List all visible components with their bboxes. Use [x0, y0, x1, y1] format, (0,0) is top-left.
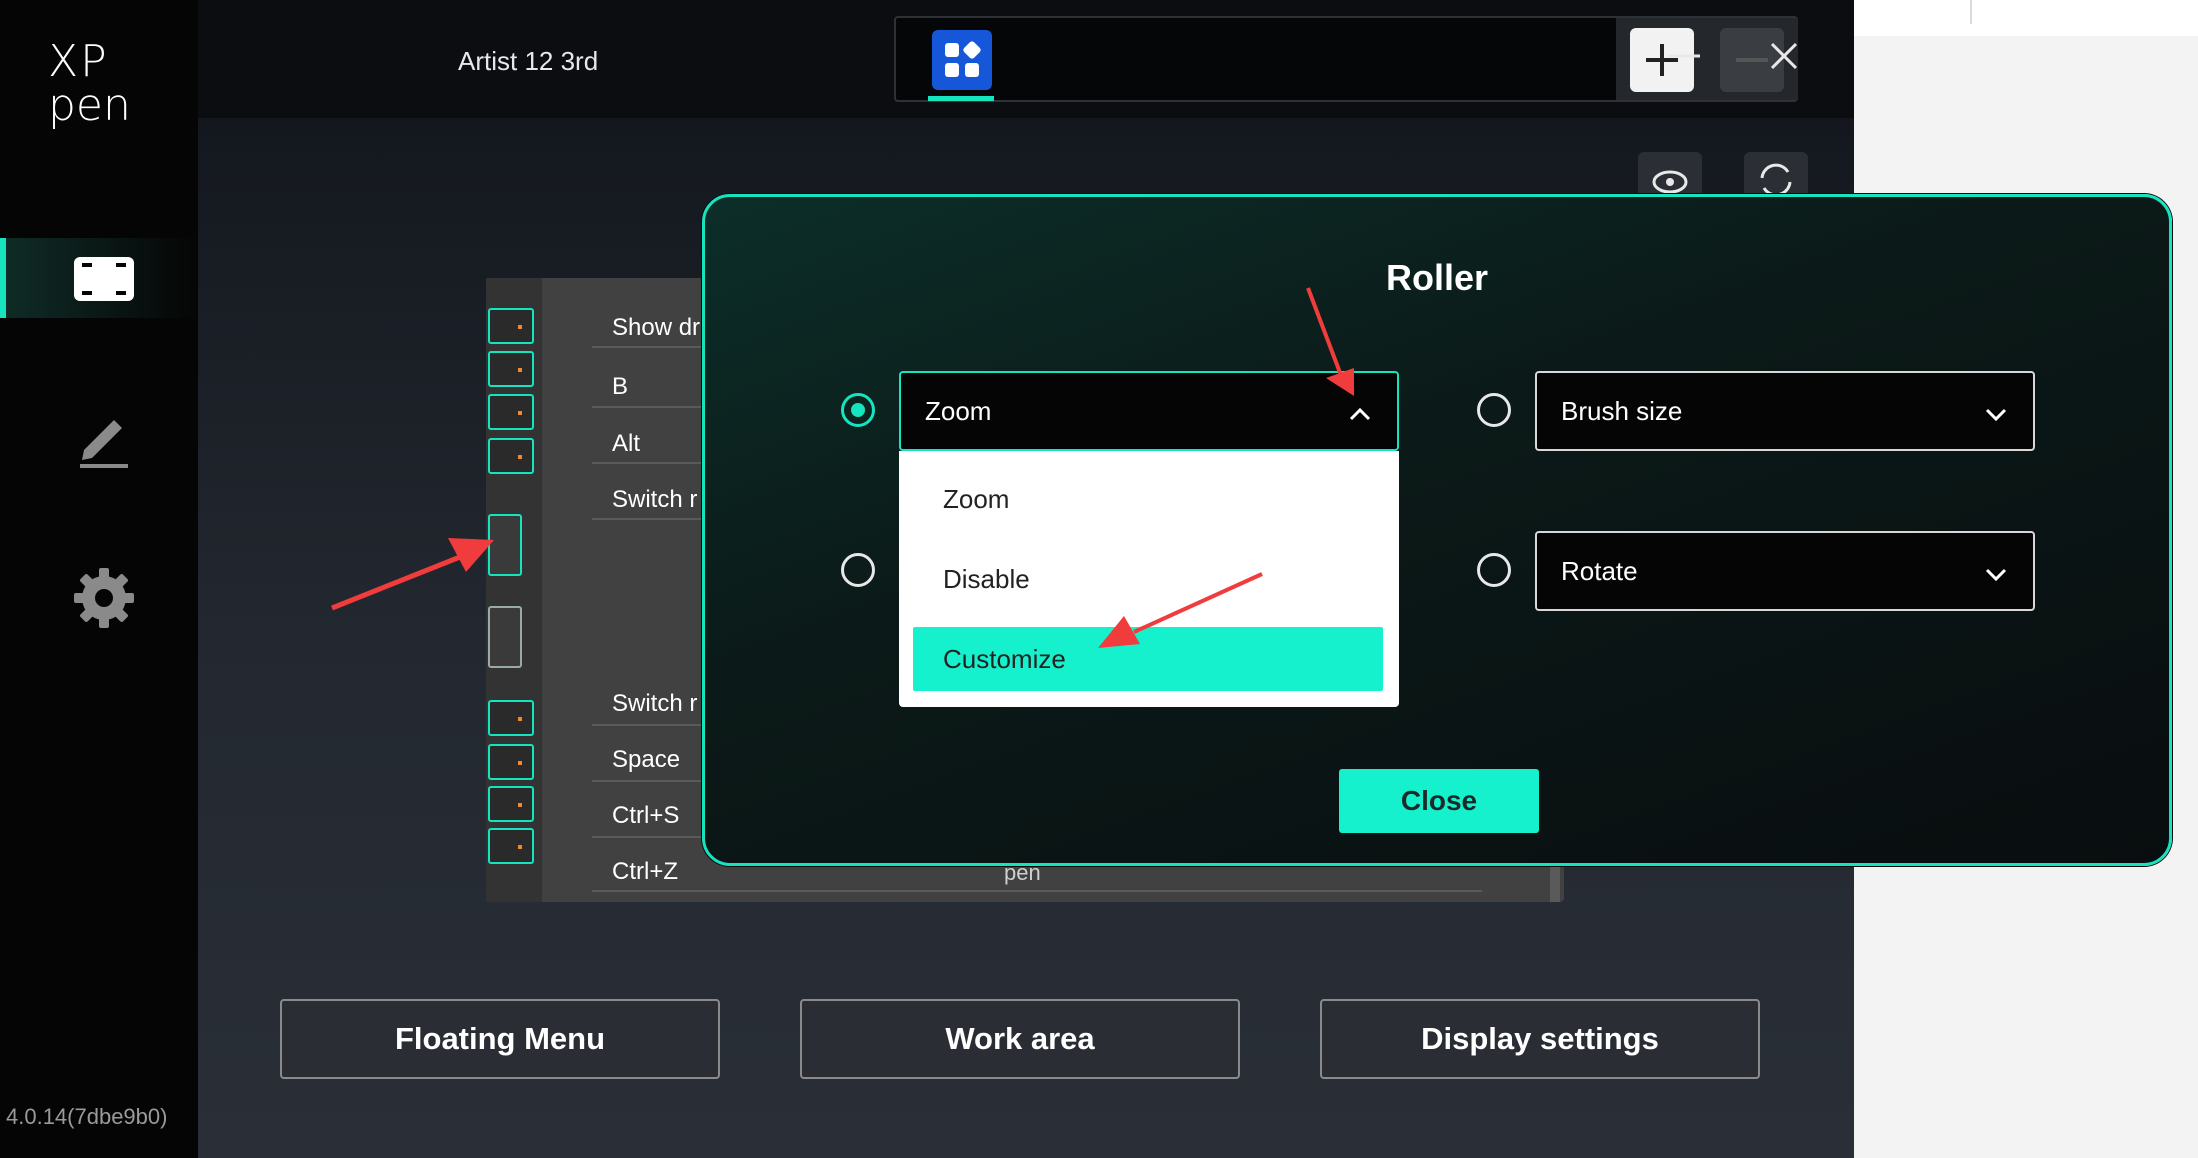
top-bar: Artist 12 3rd [198, 0, 1854, 118]
key-divider [592, 890, 1482, 892]
roller-radio-2[interactable] [1477, 393, 1511, 427]
display-settings-button[interactable]: Display settings [1320, 999, 1760, 1079]
dropdown-option-customize[interactable]: Customize [913, 627, 1383, 691]
roller-select-3[interactable]: Rotate [1535, 531, 2035, 611]
logo-line-1: XP [48, 36, 109, 87]
gear-icon [74, 568, 134, 628]
key-label: Alt [612, 430, 641, 457]
active-tab-underline [928, 96, 994, 101]
express-key-1[interactable] [488, 308, 534, 344]
express-key-8[interactable] [488, 828, 534, 864]
sidebar-item-settings[interactable] [70, 564, 138, 632]
key-label: B [612, 373, 629, 400]
chevron-down-icon [1985, 408, 2007, 422]
close-icon [1770, 42, 1798, 70]
sidebar-active-indicator [0, 238, 6, 318]
sidebar-item-display[interactable] [70, 245, 138, 313]
panel-edge [1550, 862, 1560, 902]
version-label: 4.0.14(7dbe9b0) [6, 1104, 168, 1129]
roller-select-2-value: Brush size [1561, 395, 1683, 426]
express-key-7[interactable] [488, 786, 534, 822]
background-divider [1970, 0, 1972, 24]
roller-dropdown-menu: Zoom Disable Customize [899, 451, 1399, 707]
logo-line-2: pen [48, 80, 131, 131]
key-label: Switch r [612, 690, 698, 717]
express-key-2[interactable] [488, 351, 534, 387]
roller-control[interactable] [488, 514, 522, 576]
floating-menu-button[interactable]: Floating Menu [280, 999, 720, 1079]
chevron-down-icon [1985, 568, 2007, 582]
roller-select-1-value: Zoom [925, 395, 992, 426]
minimize-icon [1668, 54, 1700, 58]
key-label: Show dr [612, 314, 701, 341]
key-label: Ctrl+S [612, 802, 680, 829]
sidebar-item-pen[interactable] [70, 404, 138, 472]
app-grid-icon [945, 41, 981, 77]
roller-lower[interactable] [488, 606, 522, 668]
express-key-4[interactable] [488, 438, 534, 474]
device-name: Artist 12 3rd [458, 46, 599, 76]
work-area-button[interactable]: Work area [800, 999, 1240, 1079]
minimize-button[interactable] [1662, 34, 1706, 78]
dialog-title: Roller [1385, 257, 1489, 298]
background-window-header [1854, 0, 2198, 36]
close-window-button[interactable] [1762, 34, 1806, 78]
express-key-5[interactable] [488, 700, 534, 736]
roller-select-1[interactable]: Zoom [899, 371, 1399, 451]
roller-select-3-value: Rotate [1561, 555, 1638, 586]
roller-radio-3[interactable] [841, 553, 875, 587]
roller-radio-4[interactable] [1477, 553, 1511, 587]
express-key-6[interactable] [488, 744, 534, 780]
express-key-3[interactable] [488, 394, 534, 430]
app-tab[interactable] [932, 30, 992, 90]
chevron-up-icon [1349, 407, 1371, 421]
key-label: Ctrl+Z [612, 858, 678, 885]
pen-icon [80, 420, 128, 468]
key-label: Switch r [612, 486, 698, 513]
xppen-logo: XP pen [48, 40, 148, 140]
roller-select-2[interactable]: Brush size [1535, 371, 2035, 451]
display-frame-icon [74, 257, 134, 301]
key-label: Space [612, 746, 681, 773]
sidebar: XP pen 4.0.14(7dbe9b0) [0, 0, 198, 1158]
dialog-close-button[interactable]: Close [1339, 769, 1539, 833]
roller-dialog: Roller Zoom Brush size Rotate Zoom Disab… [702, 194, 2172, 866]
roller-radio-1[interactable] [841, 393, 875, 427]
dropdown-option-zoom[interactable]: Zoom [913, 467, 1383, 531]
dropdown-option-disable[interactable]: Disable [913, 547, 1383, 611]
